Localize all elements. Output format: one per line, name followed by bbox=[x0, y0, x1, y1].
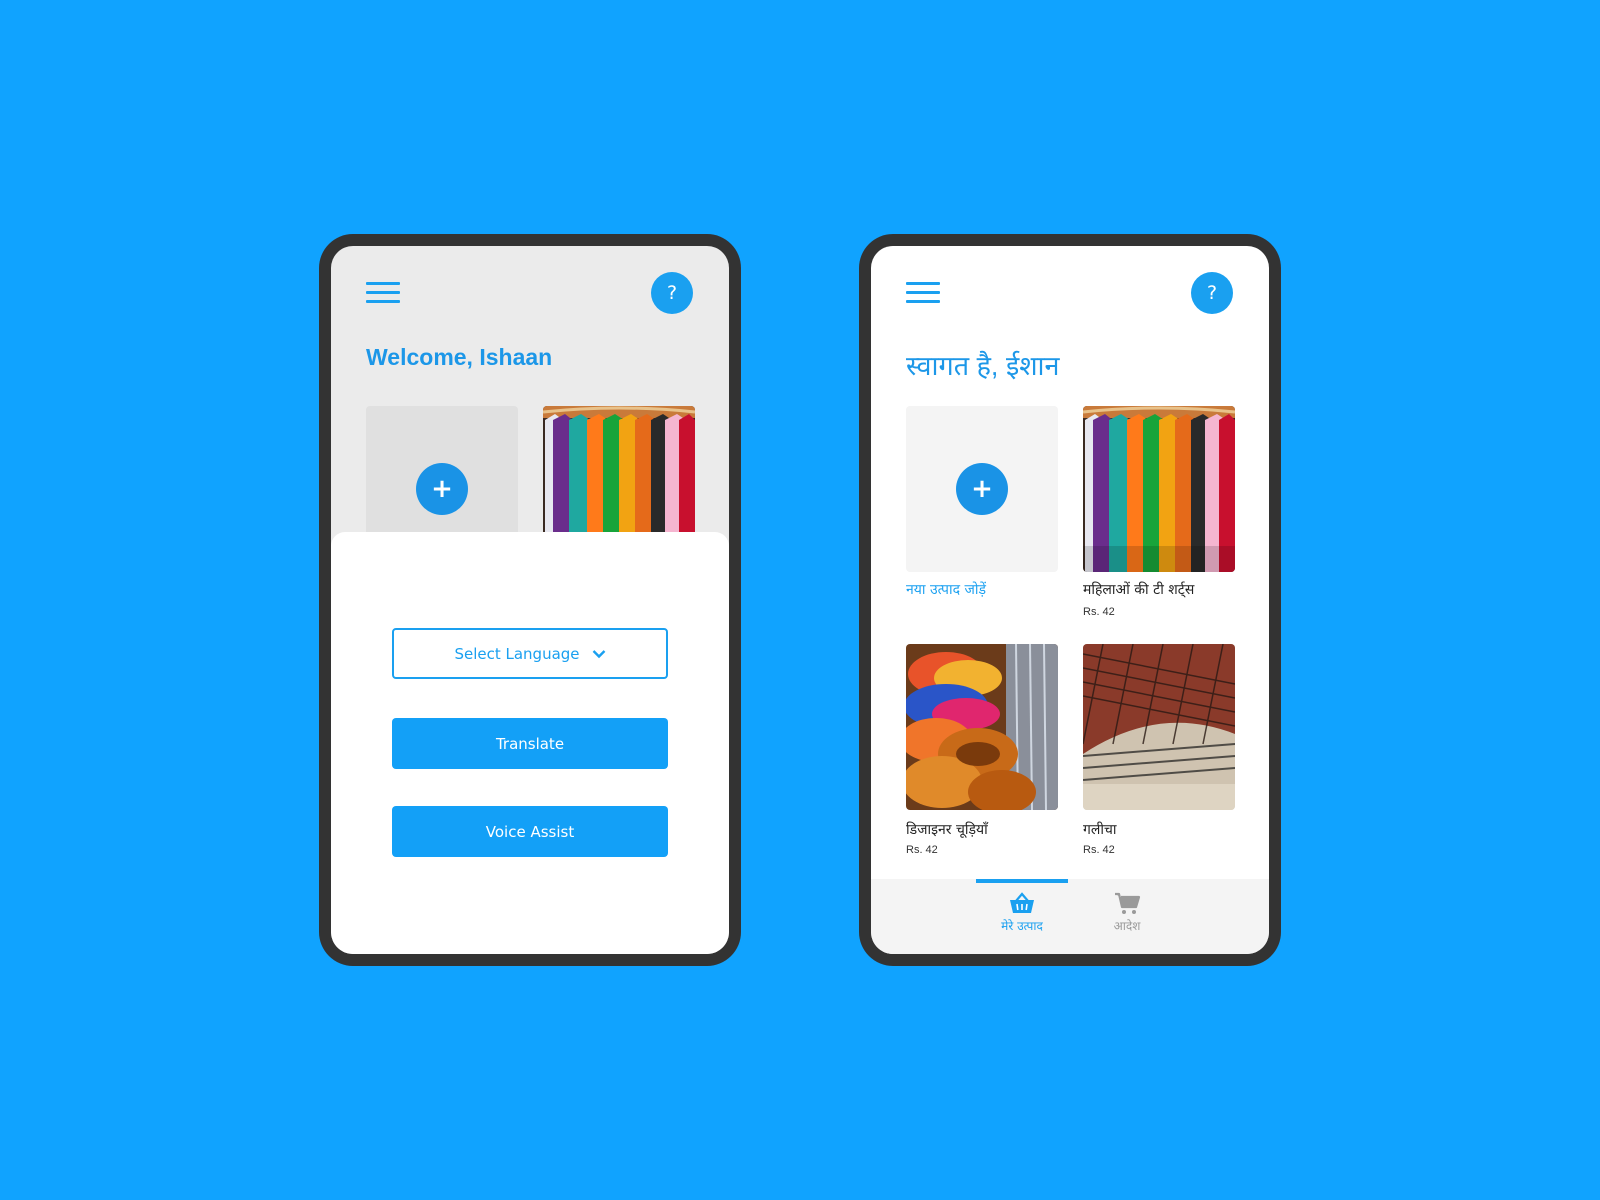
nav-item-orders[interactable]: आदेश bbox=[1081, 891, 1173, 947]
add-product-tile[interactable]: + bbox=[906, 406, 1058, 572]
product-name: महिलाओं की टी शर्ट्स bbox=[1083, 582, 1195, 598]
menu-icon[interactable] bbox=[906, 282, 940, 304]
screen-english: ? Welcome, Ishaan + Select Language Tran… bbox=[331, 246, 729, 954]
menu-icon[interactable] bbox=[366, 282, 400, 304]
nav-label: मेरे उत्पाद bbox=[1001, 919, 1043, 933]
language-select-label: Select Language bbox=[454, 644, 580, 663]
add-product-label[interactable]: नया उत्पाद जोड़ें bbox=[906, 580, 986, 599]
phone-frame-left: ? Welcome, Ishaan + Select Language Tran… bbox=[319, 234, 741, 966]
page-title: स्वागत है, ईशान bbox=[906, 351, 1060, 381]
bottom-nav: मेरे उत्पाद आदेश bbox=[871, 879, 1269, 954]
carpet-image bbox=[1083, 644, 1235, 810]
product-tile[interactable] bbox=[1083, 644, 1235, 810]
language-sheet: Select Language Translate Voice Assist bbox=[331, 532, 729, 954]
tshirts-image bbox=[1083, 406, 1235, 572]
product-price: Rs. 42 bbox=[906, 844, 938, 856]
basket-icon bbox=[1010, 892, 1034, 913]
bangles-image bbox=[906, 644, 1058, 810]
page-title: Welcome, Ishaan bbox=[366, 344, 553, 370]
screen-hindi: ? स्वागत है, ईशान + नया उत्पाद जोड़ें मह… bbox=[871, 246, 1269, 954]
translate-button[interactable]: Translate bbox=[392, 718, 668, 769]
product-tile[interactable] bbox=[906, 644, 1058, 810]
chevron-down-icon bbox=[592, 649, 605, 658]
nav-label: आदेश bbox=[1113, 919, 1141, 933]
phone-frame-right: ? स्वागत है, ईशान + नया उत्पाद जोड़ें मह… bbox=[859, 234, 1281, 966]
product-price: Rs. 42 bbox=[1083, 606, 1115, 618]
language-select[interactable]: Select Language bbox=[392, 628, 668, 679]
nav-item-my-products[interactable]: मेरे उत्पाद bbox=[976, 891, 1068, 947]
add-icon[interactable]: + bbox=[956, 463, 1008, 515]
product-name: डिजाइनर चूड़ियाँ bbox=[906, 822, 988, 838]
help-button[interactable]: ? bbox=[1191, 272, 1233, 314]
cart-icon bbox=[1115, 892, 1141, 914]
voice-assist-button[interactable]: Voice Assist bbox=[392, 806, 668, 857]
product-name: गलीचा bbox=[1083, 822, 1117, 838]
add-icon[interactable]: + bbox=[416, 463, 468, 515]
product-price: Rs. 42 bbox=[1083, 844, 1115, 856]
help-button[interactable]: ? bbox=[651, 272, 693, 314]
product-tile[interactable] bbox=[1083, 406, 1235, 572]
nav-active-indicator bbox=[976, 879, 1068, 883]
